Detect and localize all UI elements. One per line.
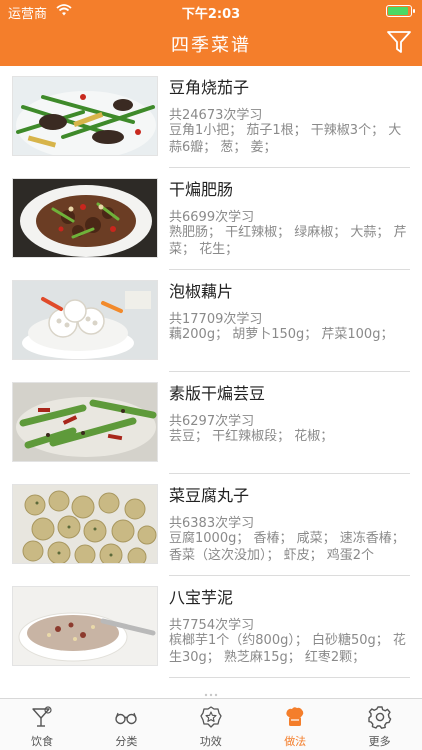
recipe-photo — [12, 382, 158, 462]
tab-label: 饮食 — [31, 735, 53, 748]
tab-more[interactable]: 更多 — [338, 699, 422, 750]
filter-icon[interactable] — [386, 30, 412, 54]
recipe-name: 干煸肥肠 — [169, 180, 234, 199]
recipe-photo — [12, 280, 158, 360]
tab-diet[interactable]: 饮食 — [0, 699, 84, 750]
tab-label: 做法 — [284, 735, 307, 748]
recipe-ingredients: 豆腐1000g； 香椿； 咸菜； 速冻香椿； 香菜（这次没加）； 虾皮； 鸡蛋2… — [169, 531, 405, 563]
recipe-name: 菜豆腐丸子 — [169, 486, 250, 505]
recipe-ingredients: 槟榔芋1个（约800g）； 白砂糖50g； 花生30g； 熟芝麻15g； 红枣2… — [169, 633, 406, 665]
recipe-name: 泡椒藕片 — [169, 282, 234, 301]
status-time: 下午2:03 — [181, 7, 241, 22]
recipe-row[interactable]: 素版干煸芸豆 共6297次学习 芸豆； 干红辣椒段； 花椒； — [0, 372, 422, 474]
tab-label: 更多 — [368, 735, 391, 748]
recipe-row[interactable]: 八宝芋泥 共7754次学习 槟榔芋1个（约800g）； 白砂糖50g； 花生30… — [0, 576, 422, 678]
tab-label: 分类 — [115, 735, 138, 748]
tab-method[interactable]: 做法 — [253, 699, 337, 750]
glasses-icon — [115, 712, 138, 725]
recipe-ingredients: 熟肥肠； 干红辣椒； 绿麻椒； 大蒜； 芹菜； 花生； — [169, 225, 407, 257]
recipe-learn-count: 共7754次学习 — [169, 618, 255, 633]
row-divider — [169, 677, 410, 678]
loading-dots-icon — [204, 693, 218, 697]
recipe-photo — [12, 586, 158, 666]
recipe-learn-count: 共6699次学习 — [169, 210, 255, 225]
cocktail-icon — [32, 706, 52, 727]
star-badge-icon — [200, 706, 222, 728]
chef-hat-icon — [286, 707, 304, 726]
recipe-name: 素版干煸芸豆 — [169, 384, 266, 403]
recipe-name: 八宝芋泥 — [169, 588, 234, 607]
recipe-photo — [12, 178, 158, 258]
recipe-learn-count: 共24673次学习 — [169, 108, 263, 123]
tab-label: 功效 — [199, 735, 222, 748]
recipe-row[interactable]: 干煸肥肠 共6699次学习 熟肥肠； 干红辣椒； 绿麻椒； 大蒜； 芹菜； 花生… — [0, 168, 422, 270]
recipe-row[interactable]: 豆角烧茄子 共24673次学习 豆角1小把； 茄子1根； 干辣椒3个； 大蒜6瓣… — [0, 66, 422, 168]
recipe-row[interactable]: 菜豆腐丸子 共6383次学习 豆腐1000g； 香椿； 咸菜； 速冻香椿； 香菜… — [0, 474, 422, 576]
tab-effect[interactable]: 功效 — [169, 699, 253, 750]
recipe-ingredients: 藕200g； 胡萝卜150g； 芹菜100g； — [169, 327, 394, 342]
tab-bar: 饮食 分类 功效 做法 更多 — [0, 698, 422, 750]
recipe-list[interactable]: 豆角烧茄子 共24673次学习 豆角1小把； 茄子1根； 干辣椒3个； 大蒜6瓣… — [0, 66, 422, 698]
recipe-ingredients: 豆角1小把； 茄子1根； 干辣椒3个； 大蒜6瓣； 葱； 姜； — [169, 123, 402, 155]
recipe-ingredients: 芸豆； 干红辣椒段； 花椒； — [169, 429, 334, 444]
page-title: 四季菜谱 — [171, 35, 251, 56]
header-bar: 运营商 下午2:03 四季菜谱 — [0, 0, 422, 66]
gear-icon — [367, 706, 391, 729]
recipe-learn-count: 共6383次学习 — [169, 516, 255, 531]
recipe-learn-count: 共17709次学习 — [169, 312, 263, 327]
battery-icon — [386, 5, 415, 17]
recipe-photo — [12, 484, 158, 564]
recipe-row[interactable]: 泡椒藕片 共17709次学习 藕200g； 胡萝卜150g； 芹菜100g； — [0, 270, 422, 372]
recipe-learn-count: 共6297次学习 — [169, 414, 255, 429]
status-bar: 运营商 下午2:03 — [0, 0, 422, 22]
recipe-name: 豆角烧茄子 — [169, 78, 250, 97]
recipe-photo — [12, 76, 158, 156]
tab-category[interactable]: 分类 — [84, 699, 168, 750]
